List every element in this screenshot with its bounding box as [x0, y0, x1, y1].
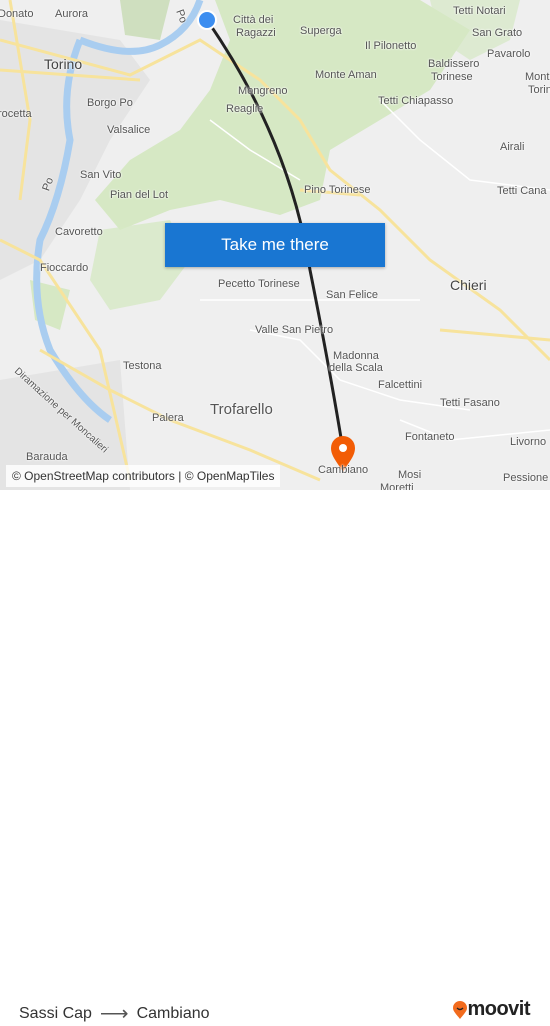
map-label: Superga: [300, 25, 342, 37]
map-label: Mongreno: [238, 85, 288, 97]
map-label: Mosi: [398, 469, 422, 481]
minor-roads: [200, 99, 550, 441]
map-label: della Scala: [329, 362, 383, 374]
map-label: Baldissero: [428, 58, 480, 70]
map-label: Falcettini: [378, 379, 423, 391]
map-label: Trofarello: [210, 401, 273, 418]
map-label: Tetti Cana: [497, 185, 547, 197]
origin-marker: [197, 10, 217, 30]
map-label: Pecetto Torinese: [218, 278, 300, 290]
destination-name: Cambiano: [136, 1004, 210, 1022]
moovit-wordmark: moovit: [467, 998, 530, 1020]
map-label: rocetta: [0, 108, 32, 120]
map-label: Il Pilonetto: [365, 40, 417, 52]
map-label: Livorno: [510, 436, 547, 448]
map-label: Palera: [152, 412, 184, 424]
moovit-pin-icon: [453, 1000, 468, 1019]
map-label: Torin: [528, 84, 550, 96]
map-label: San Felice: [326, 289, 378, 301]
map-label: Valle San Pietro: [255, 324, 334, 336]
map-attribution[interactable]: © OpenStreetMap contributors | © OpenMap…: [6, 465, 281, 487]
map-label: Fontaneto: [405, 431, 455, 443]
map-label: Torinese: [431, 71, 473, 83]
trip-summary: Sassi Cap ⟶ Cambiano: [19, 1001, 210, 1026]
map-label: Aurora: [55, 8, 89, 20]
map[interactable]: Donato Aurora Po Città dei Ragazzi Super…: [0, 0, 550, 490]
map-label: San Grato: [472, 27, 523, 39]
map-label: Cavoretto: [55, 226, 103, 238]
map-label: Monte: [525, 71, 550, 83]
map-label: Tetti Notari: [453, 5, 506, 17]
map-label: Cambiano: [318, 464, 369, 476]
map-label: Ragazzi: [236, 27, 276, 39]
map-label: Airali: [500, 141, 525, 153]
map-label: Borgo Po: [87, 97, 133, 109]
map-label: Tetti Fasano: [440, 397, 500, 409]
map-label: Chieri: [450, 277, 487, 293]
moovit-logo[interactable]: moovit: [453, 998, 530, 1021]
origin-name: Sassi Cap: [19, 1004, 92, 1022]
map-label: Pian del Lot: [110, 189, 169, 201]
take-me-there-button[interactable]: Take me there: [165, 223, 385, 267]
map-label: San Vito: [80, 169, 122, 181]
map-label: Pessione: [503, 472, 549, 484]
trip-bar: Sassi Cap ⟶ Cambiano moovit: [0, 490, 550, 1025]
map-label: Donato: [0, 8, 34, 20]
map-label: Torino: [44, 56, 83, 72]
map-label: Monte Aman: [315, 69, 377, 81]
map-label: Reaglie: [226, 103, 264, 115]
map-label: Città dei: [233, 14, 274, 26]
map-label: Pino Torinese: [304, 184, 371, 196]
map-label: Testona: [123, 360, 162, 372]
map-label: Tetti Chiapasso: [378, 95, 454, 107]
map-label: Barauda: [26, 451, 68, 463]
map-label: Valsalice: [107, 124, 151, 136]
map-label: Moretti: [380, 482, 414, 490]
arrow-right-icon: ⟶: [99, 1003, 129, 1025]
map-label: Fioccardo: [40, 262, 89, 274]
map-label: Pavarolo: [487, 48, 531, 60]
